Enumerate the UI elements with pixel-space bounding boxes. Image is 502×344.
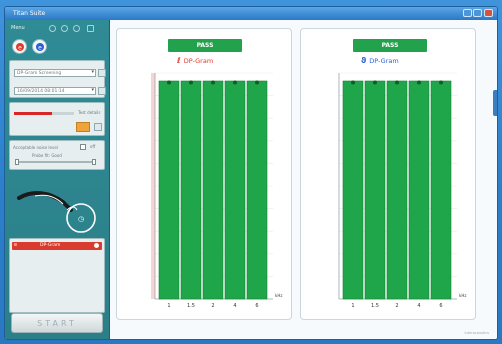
- right-ear-chart: PASS ℓ DP-Gram 1 1.5 2 4 6 kHz: [116, 28, 292, 320]
- x-tick-label: 2: [395, 303, 398, 309]
- bar-marker: [233, 80, 237, 85]
- svg-text:e: e: [38, 45, 42, 52]
- chart-view-button[interactable]: [76, 122, 90, 132]
- status-panel: Test details: [9, 102, 105, 136]
- x-tick-label: 1.5: [371, 303, 379, 309]
- report-view-button[interactable]: [94, 123, 102, 131]
- close-icon[interactable]: [87, 25, 94, 32]
- protocol-select[interactable]: DP-Gram Screening: [14, 69, 96, 77]
- bar-marker: [255, 80, 259, 85]
- x-tick-label: 4: [417, 303, 420, 309]
- bar-marker: [439, 80, 443, 85]
- side-panel-tab[interactable]: [493, 90, 497, 116]
- noise-value: off: [90, 144, 96, 149]
- save-icon[interactable]: [73, 25, 80, 32]
- plot-margin: [151, 73, 155, 299]
- minimize-icon[interactable]: [463, 9, 472, 17]
- x-tick-label: 1: [351, 303, 354, 309]
- x-tick-label: 1.5: [187, 303, 195, 309]
- test-item-label: DP-Gram: [40, 243, 61, 248]
- session-select[interactable]: 16/09/2014 08:01:14: [14, 87, 96, 95]
- noise-level-label: Acceptable noise level: [13, 145, 58, 150]
- session-button[interactable]: [98, 87, 106, 95]
- probe-fit-label: Probe fit: Good: [32, 153, 62, 158]
- bar-marker: [189, 80, 193, 85]
- test-details-label: Test details: [78, 110, 101, 115]
- progress-track: [14, 112, 74, 115]
- window-title: Titan Suite: [13, 10, 46, 17]
- bar-marker: [351, 80, 355, 85]
- x-tick-label: 6: [439, 303, 442, 309]
- close-window-icon[interactable]: [484, 9, 493, 17]
- test-list-panel: e DP-Gram: [9, 238, 105, 313]
- bar: [364, 80, 386, 300]
- dp-gram-chart-right: 1 1.5 2 4 6 kHz: [151, 72, 282, 309]
- bar: [224, 80, 246, 300]
- progress-bar: [14, 112, 52, 115]
- bar-marker: [417, 80, 421, 85]
- print-icon[interactable]: [61, 25, 68, 32]
- bar-marker: [211, 80, 215, 85]
- svg-text:e: e: [18, 45, 22, 52]
- brand-text: interacoustics: [464, 331, 490, 335]
- noise-checkbox[interactable]: [80, 144, 86, 150]
- bar-marker: [167, 80, 171, 85]
- results-area: PASS ℓ DP-Gram 1 1.5 2 4 6 kHz PASS ϑ DP-Gram 1…: [110, 20, 497, 339]
- probe-illustration: ◷: [17, 191, 96, 233]
- test-item-dp-gram[interactable]: e DP-Gram: [12, 242, 102, 250]
- left-ear-chart: PASS ϑ DP-Gram 1 1.5 2 4 6 kHz: [300, 28, 476, 320]
- x-unit-label: kHz: [459, 293, 466, 298]
- app-window: Titan Suite Menu e e DP-Gram Screening ▾…: [4, 6, 498, 340]
- right-ear-button[interactable]: e: [12, 39, 27, 54]
- bar: [386, 80, 408, 300]
- protocol-panel: DP-Gram Screening 16/09/2014 08:01:14: [9, 60, 106, 98]
- bar: [408, 80, 430, 300]
- maximize-icon[interactable]: [473, 9, 482, 17]
- help-icon[interactable]: [49, 25, 56, 32]
- bar: [246, 80, 268, 300]
- test-item-check-icon: [94, 243, 99, 248]
- level-slider-track[interactable]: [16, 161, 96, 163]
- sidebar: Menu e e DP-Gram Screening 16/09/2014 08…: [5, 20, 110, 339]
- sidebar-toolbar: Menu: [9, 24, 105, 34]
- bar: [202, 80, 224, 300]
- ear-icon: e: [14, 242, 18, 248]
- protocol-settings-button[interactable]: [98, 69, 106, 77]
- bar: [180, 80, 202, 300]
- x-tick-label: 4: [233, 303, 236, 309]
- bar-marker: [373, 80, 377, 85]
- dp-gram-chart-left: 1 1.5 2 4 6 kHz: [338, 72, 466, 309]
- bar: [158, 80, 180, 300]
- start-button[interactable]: START: [11, 313, 103, 333]
- x-tick-label: 2: [211, 303, 214, 309]
- bar-marker: [395, 80, 399, 85]
- left-ear-button[interactable]: e: [32, 39, 47, 54]
- svg-text:◷: ◷: [78, 215, 85, 223]
- level-slider-max-handle[interactable]: [92, 159, 96, 165]
- right-ear-icon: e: [16, 43, 24, 52]
- x-tick-label: 1: [167, 303, 170, 309]
- bar: [430, 80, 452, 300]
- x-unit-label: kHz: [275, 293, 282, 298]
- left-ear-icon: e: [36, 43, 44, 52]
- menu-label[interactable]: Menu: [11, 25, 25, 31]
- level-slider-min-handle[interactable]: [15, 159, 19, 165]
- probe-panel: Acceptable noise level off Probe fit: Go…: [9, 140, 105, 170]
- x-tick-label: 6: [255, 303, 258, 309]
- bar: [342, 80, 364, 300]
- title-bar: Titan Suite: [5, 7, 497, 20]
